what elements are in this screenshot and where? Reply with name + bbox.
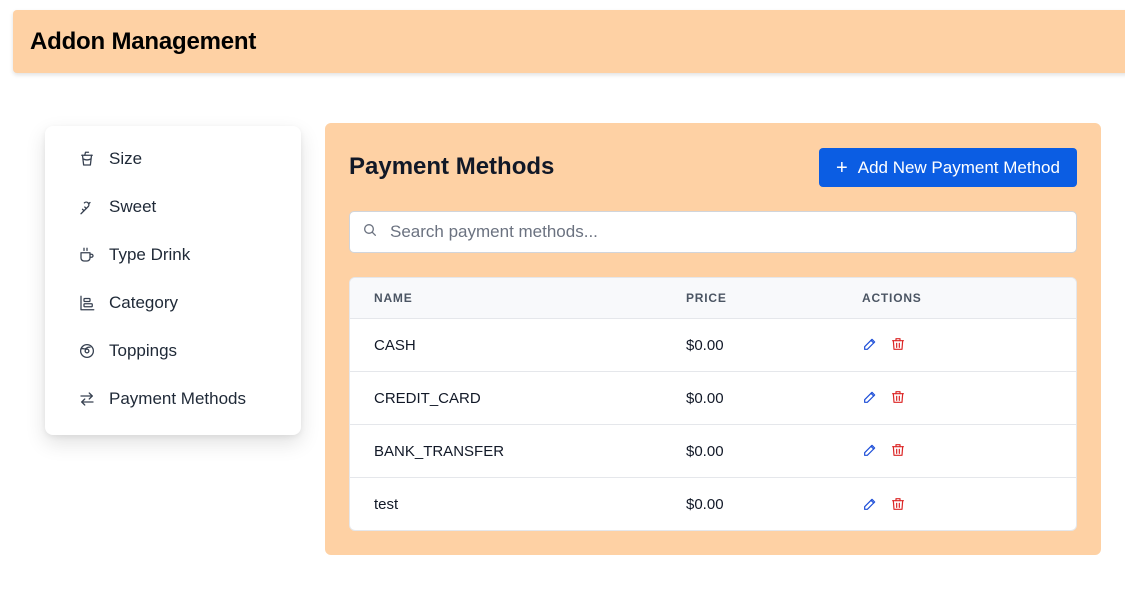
table-row: CREDIT_CARD $0.00 [350, 372, 1076, 425]
coffee-icon [77, 245, 97, 265]
search-input[interactable] [390, 222, 1050, 242]
sidebar-item-size[interactable]: Size [45, 135, 301, 183]
sidebar-item-payment-methods[interactable]: Payment Methods [45, 375, 301, 423]
sidebar-item-label: Sweet [109, 197, 157, 216]
cell-name: test [374, 496, 399, 513]
category-icon [77, 293, 97, 313]
sidebar: Size Sweet Type Drink Category Toppings … [45, 126, 301, 435]
cell-price: $0.00 [686, 389, 724, 407]
table-row: test $0.00 [350, 478, 1076, 530]
column-header-name: NAME [374, 291, 413, 305]
add-payment-method-button[interactable]: + Add New Payment Method [819, 148, 1077, 187]
sidebar-item-label: Payment Methods [109, 389, 247, 408]
table-row: CASH $0.00 [350, 319, 1076, 372]
cell-actions [862, 336, 1062, 354]
sidebar-item-sweet[interactable]: Sweet [45, 183, 301, 231]
search-icon [362, 222, 378, 243]
search-box [349, 211, 1077, 253]
add-button-label: Add New Payment Method [857, 157, 1060, 177]
sidebar-item-category[interactable]: Category [45, 279, 301, 327]
plus-icon: + [836, 156, 848, 179]
section-title: Payment Methods [349, 153, 555, 180]
cell-price: $0.00 [686, 336, 724, 354]
edit-icon[interactable] [862, 496, 880, 514]
sidebar-item-label: Size [109, 149, 143, 168]
sidebar-item-toppings[interactable]: Toppings [45, 327, 301, 375]
cup-icon [77, 149, 97, 169]
column-header-actions: ACTIONS [862, 291, 922, 305]
candy-cane-icon [77, 197, 97, 217]
sidebar-item-label: Toppings [109, 341, 178, 360]
sidebar-item-type-drink[interactable]: Type Drink [45, 231, 301, 279]
app-header: Addon Management [13, 10, 1125, 73]
cell-actions [862, 496, 1062, 514]
column-header-price: PRICE [686, 291, 727, 305]
arrows-exchange-icon [77, 389, 97, 409]
donut-icon [77, 341, 97, 361]
trash-icon[interactable] [890, 389, 908, 407]
cell-name: CASH [374, 336, 416, 354]
edit-icon[interactable] [862, 442, 880, 460]
edit-icon[interactable] [862, 336, 880, 354]
cell-name: BANK_TRANSFER [374, 442, 505, 460]
table-header: NAME PRICE ACTIONS [350, 278, 1076, 319]
cell-name: CREDIT_CARD [374, 389, 481, 407]
cell-price: $0.00 [686, 442, 724, 460]
edit-icon[interactable] [862, 389, 880, 407]
page-title: Addon Management [30, 27, 257, 55]
cell-actions [862, 389, 1062, 407]
cell-price: $0.00 [686, 496, 724, 513]
table-row: BANK_TRANSFER $0.00 [350, 425, 1076, 478]
payment-methods-table: NAME PRICE ACTIONS CASH $0.00 CREDIT_CAR… [349, 277, 1077, 531]
sidebar-item-label: Type Drink [109, 245, 191, 264]
payment-methods-panel: Payment Methods + Add New Payment Method… [325, 123, 1101, 555]
cell-actions [862, 442, 1062, 460]
trash-icon[interactable] [890, 336, 908, 354]
sidebar-item-label: Category [109, 293, 178, 312]
trash-icon[interactable] [890, 496, 908, 514]
trash-icon[interactable] [890, 442, 908, 460]
